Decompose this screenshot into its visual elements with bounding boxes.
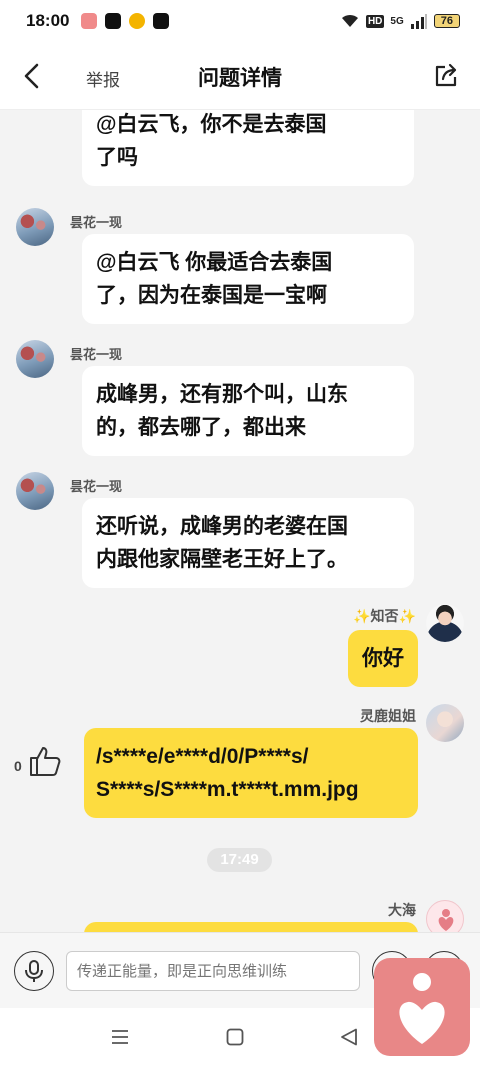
avatar[interactable] bbox=[426, 900, 464, 932]
avatar[interactable] bbox=[426, 704, 464, 742]
sender-name: 昙花一现 bbox=[70, 215, 123, 230]
message-bubble[interactable]: 还听说，成峰男的老婆在国 内跟他家隔壁老王好上了。 bbox=[82, 498, 414, 588]
report-button[interactable]: 举报 bbox=[86, 66, 120, 91]
wifi-icon bbox=[341, 14, 358, 27]
status-bar: 18:00 HD 5G 76 bbox=[0, 0, 480, 42]
voice-button[interactable] bbox=[14, 951, 54, 991]
home-icon[interactable] bbox=[226, 1028, 244, 1046]
sender-name: 灵鹿姐姐 bbox=[360, 708, 416, 724]
like-count: 0 bbox=[14, 758, 22, 774]
message-bubble[interactable]: 你好 bbox=[348, 630, 418, 687]
menu-icon[interactable] bbox=[111, 1028, 129, 1046]
message-line: S****s/S****m.t****t.mm.jpg bbox=[96, 778, 359, 801]
message-line: 成峰男，还有那个叫，山东 bbox=[96, 383, 348, 406]
tiktok-notification-icon bbox=[153, 13, 170, 29]
app-notification-icon bbox=[81, 13, 98, 29]
message-line: 的，都去哪了，都出来 bbox=[96, 416, 306, 439]
page-title: 问题详情 bbox=[198, 67, 282, 90]
message-line: @白云飞 你最适合去泰国 bbox=[96, 251, 333, 274]
thumbs-up-icon[interactable] bbox=[28, 744, 62, 778]
message-line: 还听说，成峰男的老婆在国 bbox=[96, 515, 348, 538]
sender-name: 大海 bbox=[388, 902, 416, 918]
avatar[interactable] bbox=[16, 340, 54, 378]
message-bubble[interactable]: @白云飞 你最适合去泰国 了，因为在泰国是一宝啊 bbox=[82, 234, 414, 324]
heart-logo-icon bbox=[399, 973, 445, 1044]
sender-name: ✨知否✨ bbox=[353, 608, 416, 624]
heart-logo-icon bbox=[438, 909, 454, 931]
avatar[interactable] bbox=[426, 604, 464, 642]
weibo-notification-icon bbox=[129, 13, 146, 29]
message-line: /s****e/e****d/0/P****s/ bbox=[96, 745, 309, 768]
sender-name: 昙花一现 bbox=[70, 479, 123, 494]
floating-app-icon[interactable] bbox=[374, 958, 470, 1056]
back-nav-icon[interactable] bbox=[340, 1028, 358, 1046]
sender-name: 昙花一现 bbox=[70, 347, 123, 362]
avatar[interactable] bbox=[16, 472, 54, 510]
message-line: 内跟他家隔壁老王好上了。 bbox=[96, 548, 348, 571]
chevron-left-icon[interactable] bbox=[18, 62, 46, 90]
network-label: 5G bbox=[390, 15, 404, 27]
message-list[interactable]: @白云飞，你不是去泰国 了吗 昙花一现 @白云飞 你最适合去泰国 了，因为在泰国… bbox=[0, 110, 480, 932]
message-bubble[interactable]: 成峰男，还有那个叫，山东 的，都去哪了，都出来 bbox=[82, 366, 414, 456]
microphone-icon bbox=[25, 960, 43, 982]
message-line: 你好 bbox=[362, 647, 404, 670]
message-bubble[interactable]: /s****e/e****d/0/P****s/ S****s/S****m.t… bbox=[84, 728, 418, 818]
share-icon[interactable] bbox=[432, 62, 460, 90]
battery-level: 76 bbox=[433, 14, 460, 28]
message-bubble[interactable] bbox=[84, 922, 418, 932]
message-line: @白云飞，你不是去泰国 bbox=[96, 113, 327, 136]
message-bubble[interactable]: @白云飞，你不是去泰国 了吗 bbox=[82, 110, 414, 186]
status-indicators: HD 5G 76 bbox=[340, 13, 460, 29]
chat-timestamp: 17:49 bbox=[207, 848, 272, 872]
message-input[interactable] bbox=[66, 951, 360, 991]
message-line: 了吗 bbox=[96, 146, 138, 169]
avatar[interactable] bbox=[16, 208, 54, 246]
message-line: 了，因为在泰国是一宝啊 bbox=[96, 284, 327, 307]
header: 举报 问题详情 bbox=[0, 42, 480, 110]
signal-icon bbox=[410, 14, 427, 29]
tiktok-notification-icon bbox=[105, 13, 122, 29]
hd-badge: HD bbox=[365, 14, 385, 28]
status-time: 18:00 bbox=[26, 11, 70, 30]
like-area[interactable]: 0 bbox=[14, 744, 64, 780]
